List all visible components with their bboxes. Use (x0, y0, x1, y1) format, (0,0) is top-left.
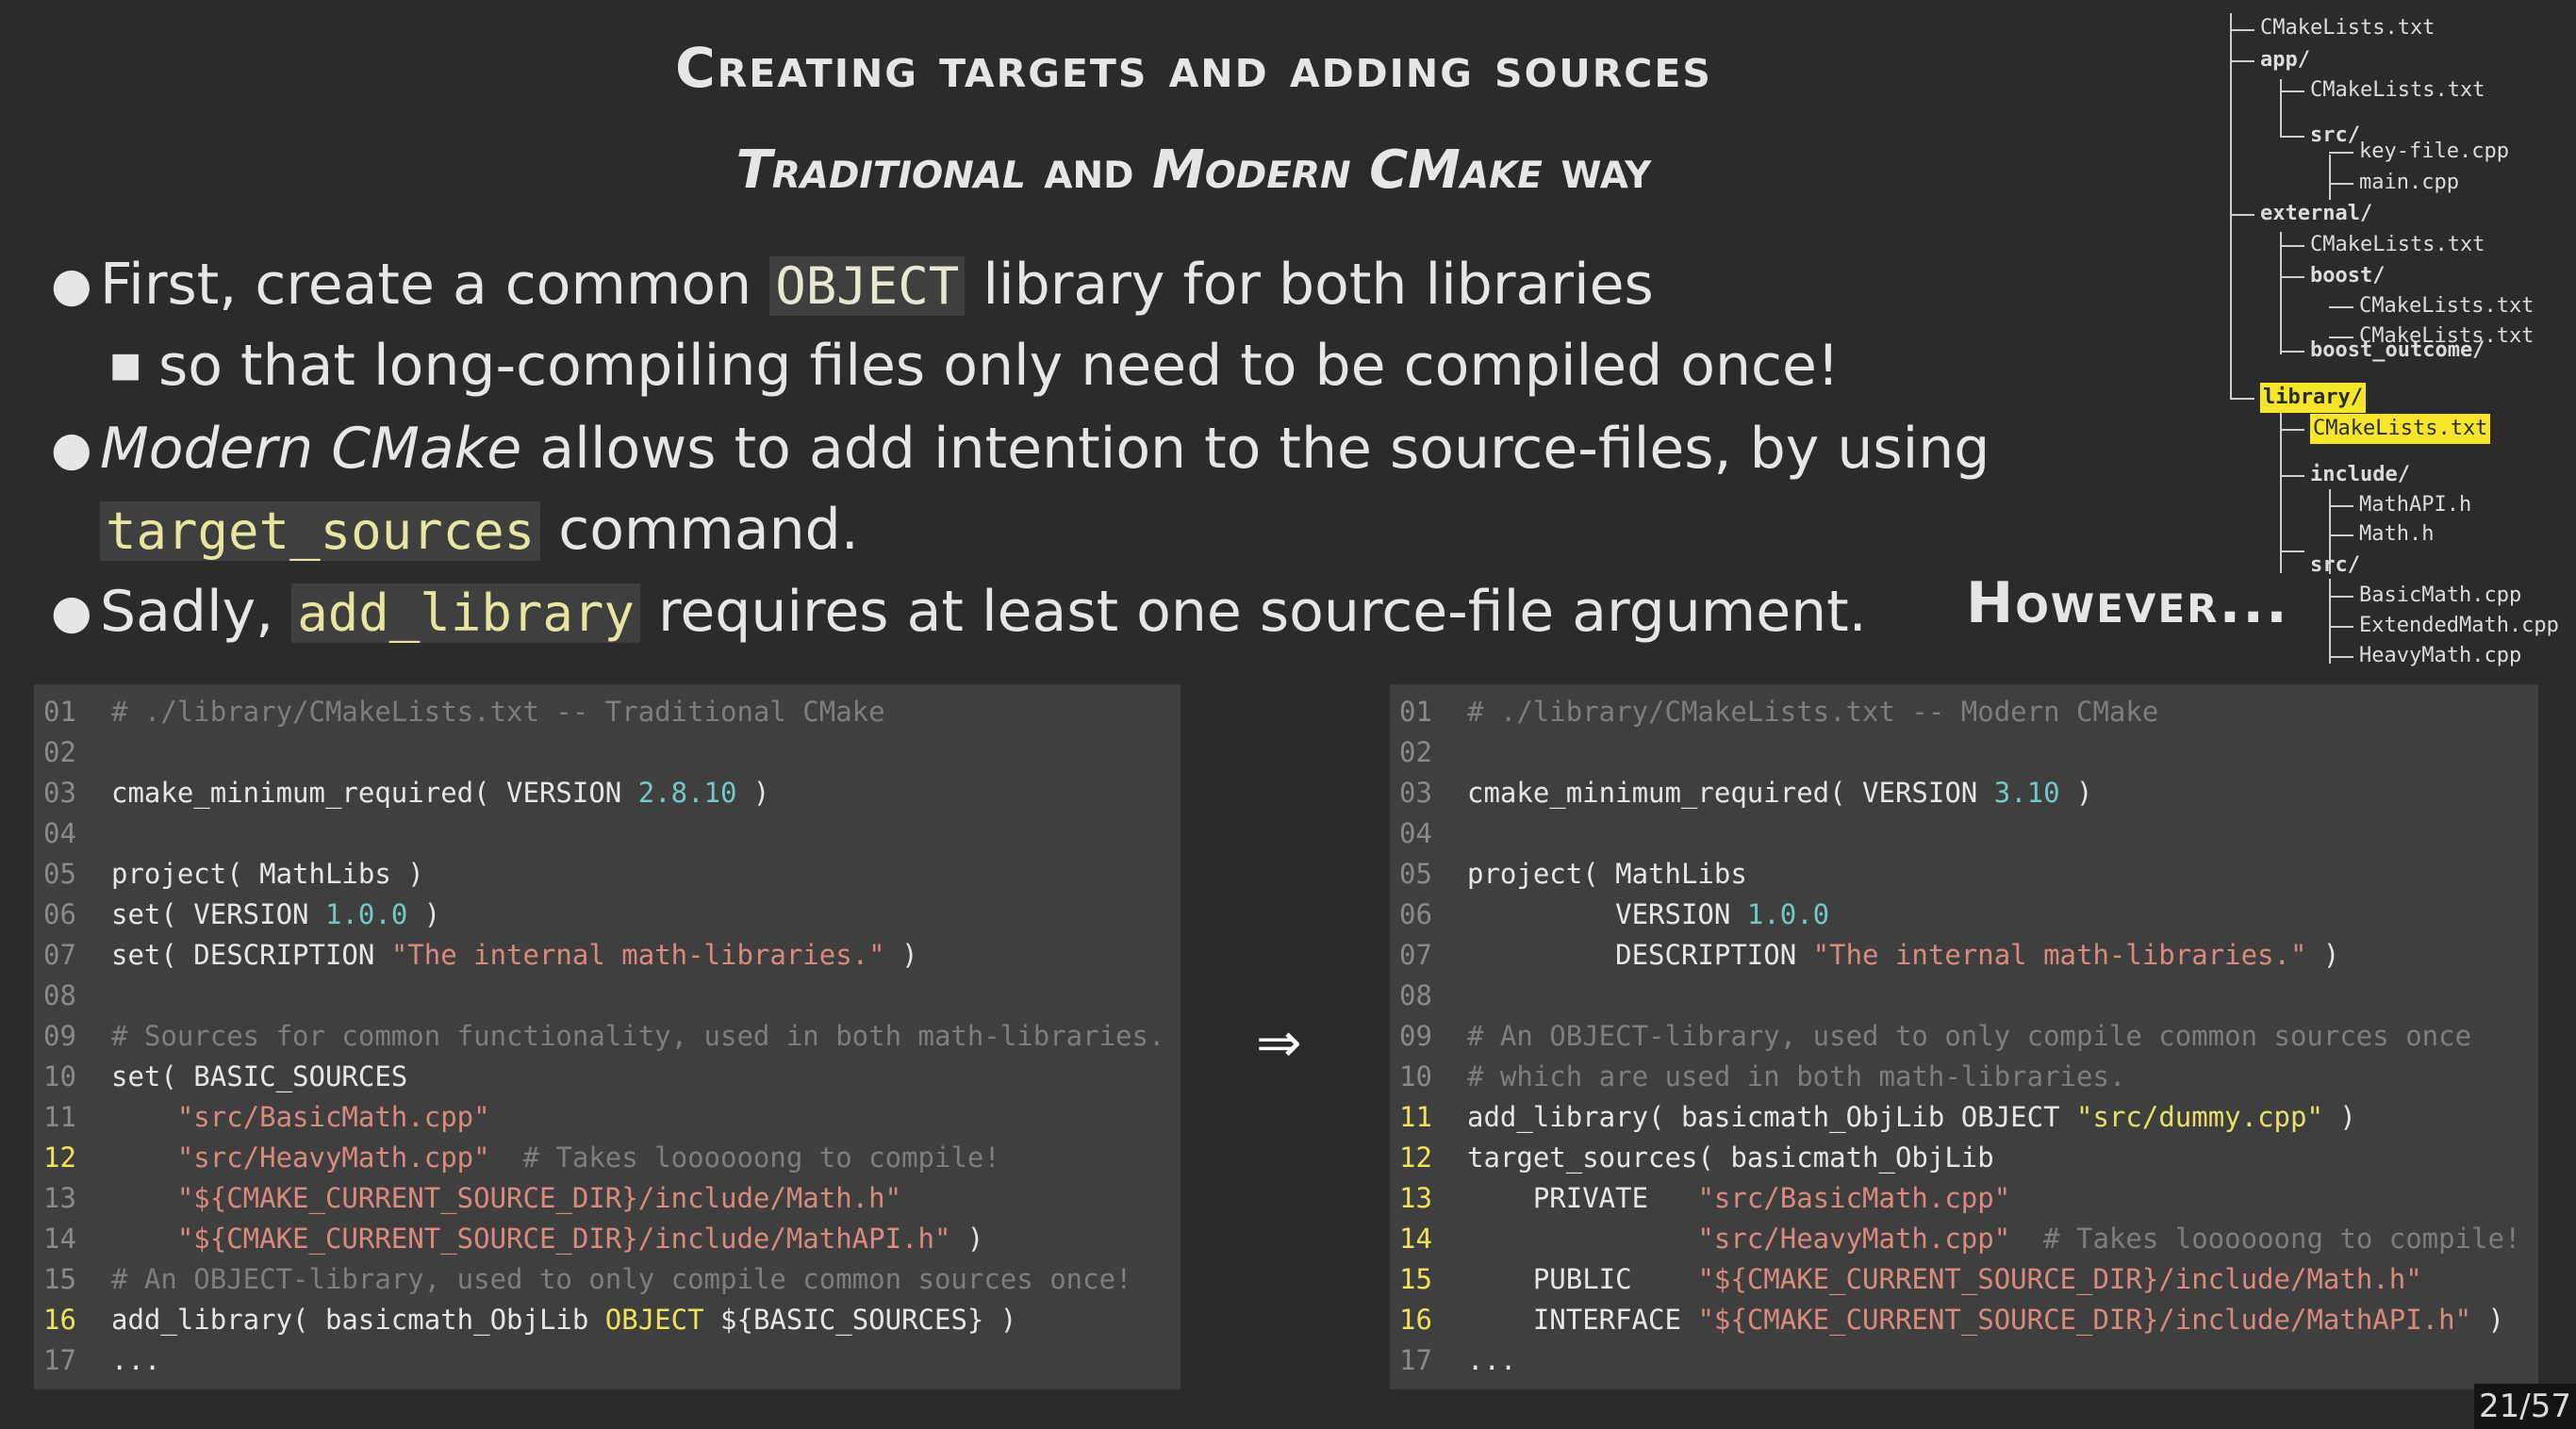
code-line: 13 PRIVATE "src/BasicMath.cpp" (1399, 1182, 2011, 1214)
bullet-2-cont: target_sources command. (100, 492, 859, 569)
file-tree: CMakeLists.txt app/ CMakeLists.txt src/ … (2211, 13, 2576, 673)
code-panel-traditional: 01 # ./library/CMakeLists.txt -- Traditio… (34, 684, 1181, 1389)
code-line: 07 DESCRIPTION "The internal math-librar… (1399, 939, 2340, 971)
code-line: 16 add_library( basicmath_ObjLib OBJECT $… (43, 1304, 1017, 1336)
code-line: 04 (1399, 817, 1432, 849)
tree-boost-outcome-cmakelists[interactable]: CMakeLists.txt (2359, 321, 2534, 352)
page-number: 21/57 (2474, 1384, 2576, 1429)
code-line: 01 # ./library/CMakeLists.txt -- Modern C… (1399, 696, 2159, 728)
code-line: 02 (43, 736, 76, 768)
code-line: 11 "src/BasicMath.cpp" (43, 1101, 490, 1133)
bullet-dot: ● (51, 257, 92, 312)
tree-main-cpp[interactable]: main.cpp (2359, 168, 2459, 198)
bullet-3-code: add_library (291, 583, 640, 643)
bullet-2: ● Modern CMake allows to add intention t… (51, 411, 1990, 486)
code-line: 10 # which are used in both math-librarie… (1399, 1060, 2126, 1092)
code-line: 09 # An OBJECT-library, used to only comp… (1399, 1020, 2472, 1052)
tree-library-folder[interactable]: library/ (2260, 383, 2366, 413)
tree-app-folder[interactable]: app/ (2260, 45, 2310, 75)
slide-title: Creating targets and adding sources (675, 36, 1712, 100)
code-line: 05 project( MathLibs ) (43, 858, 424, 890)
subtitle-and: and (1025, 140, 1153, 201)
tree-boost-folder[interactable]: boost/ (2310, 261, 2385, 291)
code-line: 07 set( DESCRIPTION "The internal math-li… (43, 939, 918, 971)
subtitle-modern: Modern CMake (1152, 140, 1543, 201)
code-line: 14 "src/HeavyMath.cpp" # Takes loooooong… (1399, 1223, 2521, 1255)
code-line: 09 # Sources for common functionality, us… (43, 1020, 1165, 1052)
code-line: 06 set( VERSION 1.0.0 ) (43, 898, 441, 930)
bullet-1-sub-text: so that long-compiling files only need t… (158, 333, 1840, 399)
bullet-1-code: OBJECT (769, 256, 966, 316)
code-line: 16 INTERFACE "${CMAKE_CURRENT_SOURCE_DIR… (1399, 1304, 2504, 1336)
code-line: 04 (43, 817, 76, 849)
code-line: 12 "src/HeavyMath.cpp" # Takes loooooong… (43, 1142, 1000, 1174)
tree-library-cmakelists[interactable]: CMakeLists.txt (2310, 414, 2491, 444)
bullet-1-post: library for both libraries (965, 252, 1654, 318)
code-line: 03 cmake_minimum_required( VERSION 3.10 ) (1399, 777, 2093, 809)
tree-external-cmakelists[interactable]: CMakeLists.txt (2310, 230, 2485, 260)
tree-boost-cmakelists[interactable]: CMakeLists.txt (2359, 291, 2534, 321)
code-line: 05 project( MathLibs (1399, 858, 1747, 890)
tree-root-cmakelists[interactable]: CMakeLists.txt (2260, 13, 2435, 43)
tree-basicmath-cpp[interactable]: BasicMath.cpp (2359, 581, 2521, 611)
code-line: 08 (43, 979, 76, 1011)
code-line: 03 cmake_minimum_required( VERSION 2.8.10… (43, 777, 770, 809)
code-line: 10 set( BASIC_SOURCES (43, 1060, 408, 1092)
code-line: 15 PUBLIC "${CMAKE_CURRENT_SOURCE_DIR}/i… (1399, 1263, 2422, 1295)
code-line: 06 VERSION 1.0.0 (1399, 898, 1830, 930)
code-panel-modern: 01 # ./library/CMakeLists.txt -- Modern C… (1390, 684, 2538, 1389)
tree-heavymath-cpp[interactable]: HeavyMath.cpp (2359, 641, 2521, 671)
subtitle-traditional: Traditional (735, 140, 1026, 201)
transition-arrow: ⇒ (1256, 1010, 1302, 1075)
code-line: 17... (1399, 1344, 1517, 1376)
code-line: 13 "${CMAKE_CURRENT_SOURCE_DIR}/include/… (43, 1182, 902, 1214)
bullet-3-pre: Sadly, (100, 579, 292, 645)
code-line: 01 # ./library/CMakeLists.txt -- Traditio… (43, 696, 885, 728)
bullet-1: ● First, create a common OBJECT library … (51, 247, 1654, 324)
code-line: 17... (43, 1344, 161, 1376)
bullet-3-post: requires at least one source-file argume… (639, 579, 1867, 645)
tree-library-src-folder[interactable]: src/ (2310, 550, 2360, 581)
bullet-1-sub: ■ so that long-compiling files only need… (109, 328, 1840, 403)
code-line: 02 (1399, 736, 1432, 768)
bullet-2-post2: command. (540, 497, 859, 563)
bullet-2-post: allows to add intention to the source-fi… (521, 416, 1990, 482)
slide-subtitle: Traditional and Modern CMake way (0, 140, 2482, 201)
tree-include-folder[interactable]: include/ (2310, 460, 2410, 490)
bullet-1-pre: First, create a common (100, 252, 770, 318)
code-line: 12 target_sources( basicmath_ObjLib (1399, 1142, 1994, 1174)
tree-extendedmath-cpp[interactable]: ExtendedMath.cpp (2359, 611, 2559, 641)
code-line: 11 add_library( basicmath_ObjLib OBJECT "… (1399, 1101, 2356, 1133)
code-line: 15 # An OBJECT-library, used to only comp… (43, 1263, 1132, 1295)
bullet-dot: ● (51, 421, 92, 476)
bullet-square: ■ (109, 346, 142, 385)
bullet-2-emphasis: Modern CMake (100, 416, 522, 482)
bullet-2-code: target_sources (100, 501, 541, 561)
tree-key-file[interactable]: key-file.cpp (2359, 137, 2509, 167)
tree-external-folder[interactable]: external/ (2260, 199, 2372, 229)
code-line: 14 "${CMAKE_CURRENT_SOURCE_DIR}/include/… (43, 1223, 984, 1255)
tree-app-cmakelists[interactable]: CMakeLists.txt (2310, 75, 2485, 106)
code-line: 08 (1399, 979, 1432, 1011)
subtitle-way: way (1542, 140, 1652, 201)
bullet-3: ● Sadly, add_library requires at least o… (51, 574, 1867, 651)
bullet-dot: ● (51, 584, 92, 639)
tree-app-src-folder[interactable]: src/ (2310, 121, 2360, 151)
tree-mathapi-h[interactable]: MathAPI.h (2359, 490, 2471, 520)
tree-math-h[interactable]: Math.h (2359, 519, 2434, 550)
